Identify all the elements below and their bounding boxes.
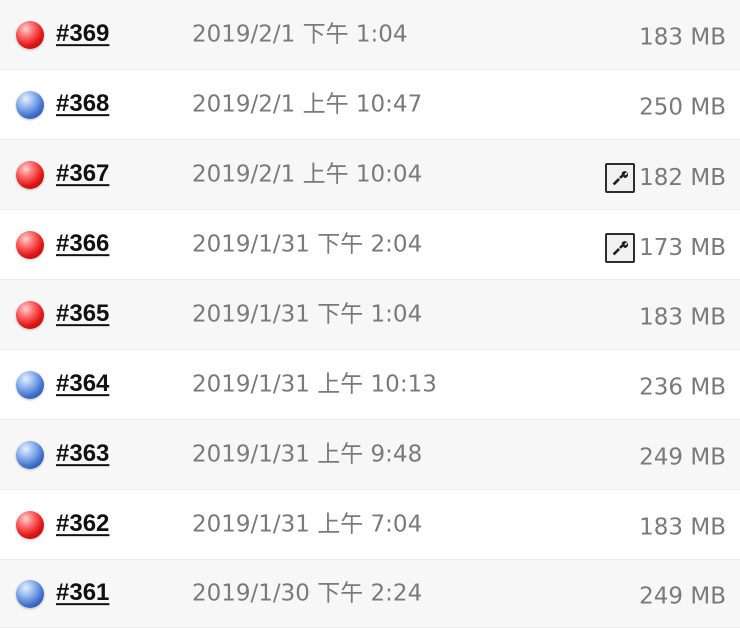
build-size-group: 183 MB: [639, 304, 726, 330]
build-size: 182 MB: [639, 164, 726, 191]
build-number-link[interactable]: #361: [56, 579, 109, 607]
build-timestamp: 2019/1/31 下午 1:04: [192, 301, 423, 328]
build-history-list: #369 2019/2/1 下午 1:04 183 MB #368 2019/2…: [0, 0, 740, 628]
build-size-group: 183 MB: [639, 24, 726, 50]
blue-ball-icon: [16, 90, 44, 119]
build-timestamp: 2019/1/30 下午 2:24: [192, 580, 423, 607]
build-size-group: 183 MB: [639, 514, 726, 540]
build-size: 173 MB: [639, 234, 726, 261]
build-row: #363 2019/1/31 上午 9:48 249 MB: [0, 420, 740, 490]
red-ball-icon: [16, 20, 44, 49]
build-row: #368 2019/2/1 上午 10:47 250 MB: [0, 70, 740, 140]
build-number-link[interactable]: #365: [56, 300, 109, 328]
red-ball-icon: [16, 160, 44, 189]
build-number-link[interactable]: #366: [56, 230, 109, 258]
build-size: 183 MB: [639, 304, 726, 331]
build-size: 250 MB: [639, 94, 726, 121]
wrench-icon[interactable]: [605, 162, 636, 193]
build-row: #365 2019/1/31 下午 1:04 183 MB: [0, 280, 740, 350]
build-size: 249 MB: [639, 583, 726, 610]
build-size: 183 MB: [639, 24, 726, 51]
blue-ball-icon: [16, 579, 44, 608]
build-size: 183 MB: [639, 514, 726, 541]
wrench-icon[interactable]: [605, 232, 636, 263]
red-ball-icon: [16, 230, 44, 259]
build-number-link[interactable]: #368: [56, 90, 109, 118]
build-timestamp: 2019/1/31 上午 7:04: [192, 511, 423, 538]
build-timestamp: 2019/1/31 下午 2:04: [192, 231, 423, 258]
build-size: 249 MB: [639, 444, 726, 471]
build-row: #364 2019/1/31 上午 10:13 236 MB: [0, 350, 740, 420]
blue-ball-icon: [16, 370, 44, 399]
build-number-link[interactable]: #369: [56, 20, 109, 48]
blue-ball-icon: [16, 440, 44, 469]
build-row: #366 2019/1/31 下午 2:04 173 MB: [0, 210, 740, 280]
build-size-group: 182 MB: [605, 162, 726, 193]
build-size-group: 173 MB: [605, 232, 726, 263]
red-ball-icon: [16, 510, 44, 539]
build-size-group: 249 MB: [639, 583, 726, 609]
build-row: #362 2019/1/31 上午 7:04 183 MB: [0, 490, 740, 560]
build-row: #361 2019/1/30 下午 2:24 249 MB: [0, 560, 740, 628]
build-size-group: 249 MB: [639, 444, 726, 470]
build-size-group: 236 MB: [639, 374, 726, 400]
build-number-link[interactable]: #362: [56, 510, 109, 538]
build-timestamp: 2019/2/1 下午 1:04: [192, 21, 408, 48]
build-number-link[interactable]: #364: [56, 370, 109, 398]
build-timestamp: 2019/2/1 上午 10:47: [192, 91, 423, 118]
build-timestamp: 2019/2/1 上午 10:04: [192, 161, 423, 188]
build-row: #367 2019/2/1 上午 10:04 182 MB: [0, 140, 740, 210]
build-row: #369 2019/2/1 下午 1:04 183 MB: [0, 0, 740, 70]
build-size: 236 MB: [639, 374, 726, 401]
build-number-link[interactable]: #367: [56, 160, 109, 188]
red-ball-icon: [16, 300, 44, 329]
build-timestamp: 2019/1/31 上午 9:48: [192, 441, 423, 468]
build-size-group: 250 MB: [639, 94, 726, 120]
build-timestamp: 2019/1/31 上午 10:13: [192, 371, 437, 398]
build-number-link[interactable]: #363: [56, 440, 109, 468]
